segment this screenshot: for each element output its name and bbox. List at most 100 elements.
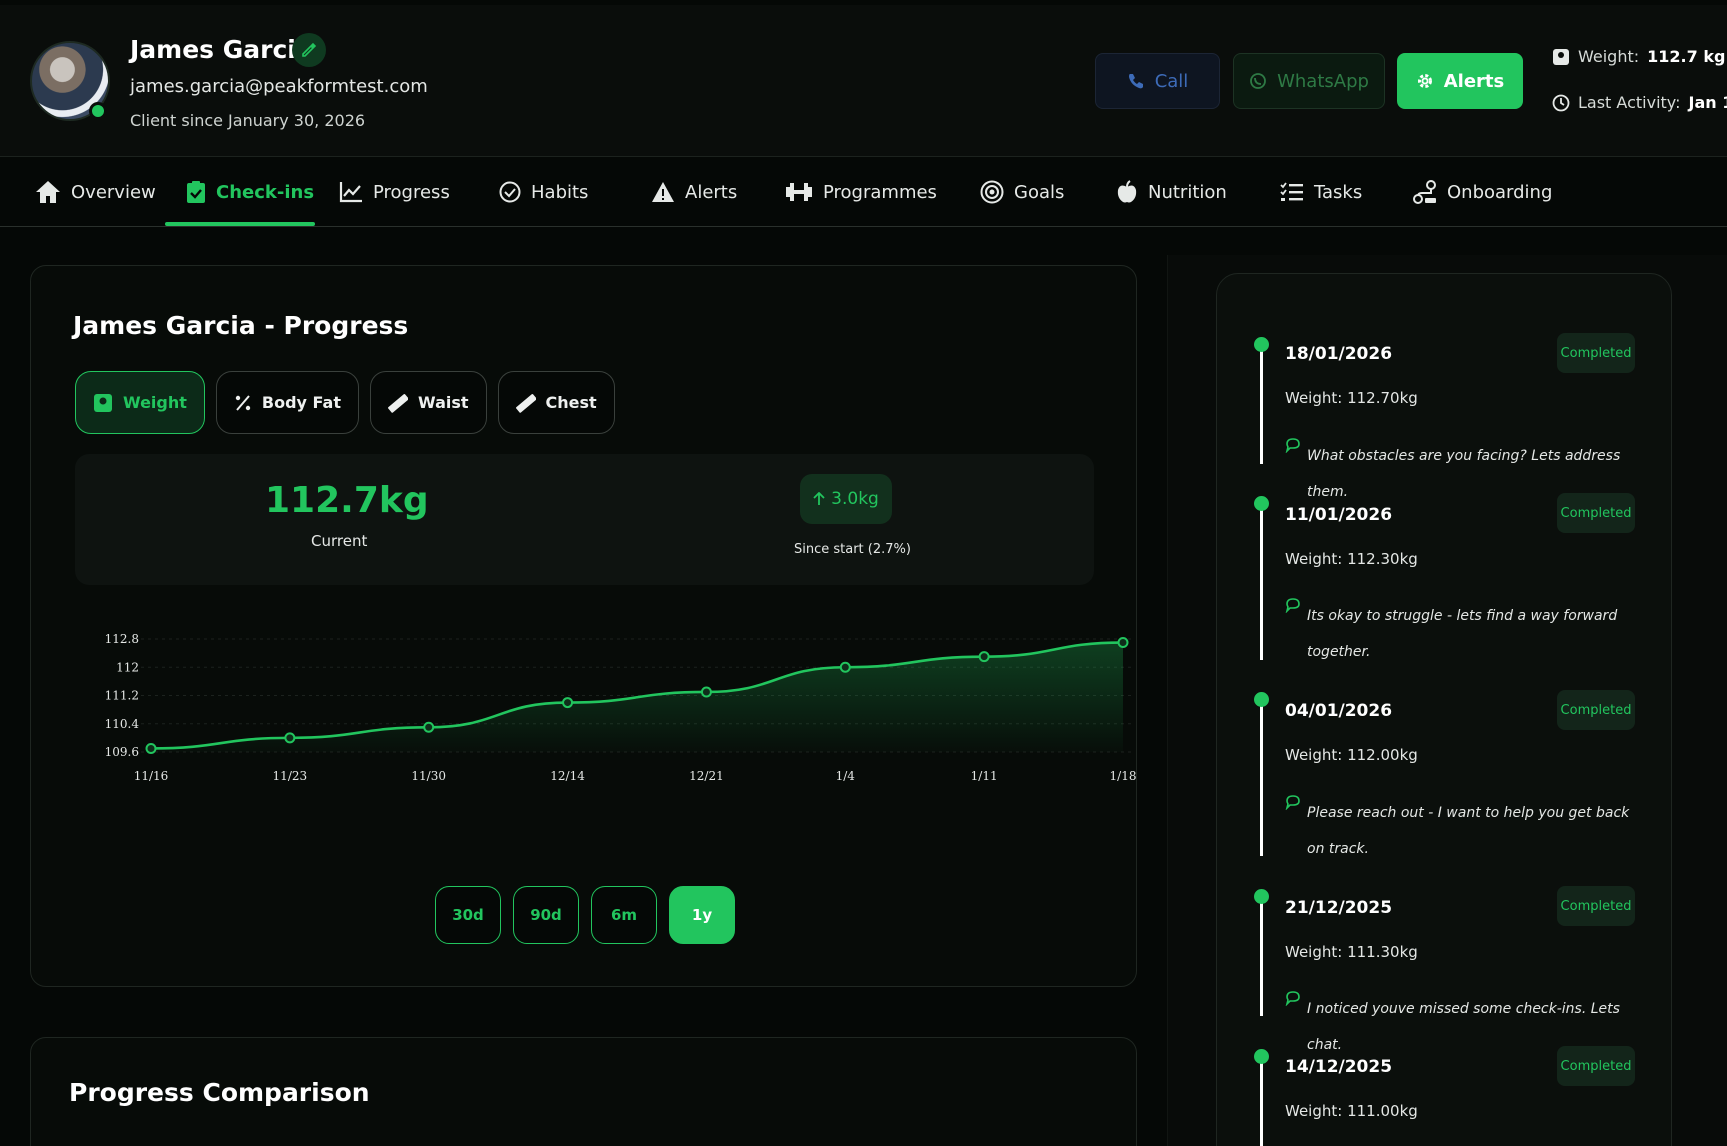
ruler-icon bbox=[388, 393, 408, 413]
tab-nutrition[interactable]: Nutrition bbox=[1116, 157, 1227, 227]
client-since: Client since January 30, 2026 bbox=[130, 111, 366, 130]
data-point[interactable] bbox=[284, 732, 296, 744]
checkin-note: Its okay to struggle - lets find a way f… bbox=[1307, 608, 1618, 660]
timeline-connector bbox=[1260, 891, 1263, 1016]
status-badge: Completed bbox=[1557, 690, 1635, 730]
whatsapp-icon bbox=[1250, 73, 1266, 89]
range-90d-button[interactable]: 90d bbox=[513, 886, 579, 944]
data-point[interactable] bbox=[839, 661, 851, 673]
tab-tasks[interactable]: Tasks bbox=[1280, 157, 1362, 227]
data-point[interactable] bbox=[562, 697, 574, 709]
tab-goals[interactable]: Goals bbox=[980, 157, 1064, 227]
metric-label: Body Fat bbox=[261, 393, 341, 412]
progress-card: James Garcia - Progress Weight Body Fat … bbox=[30, 265, 1137, 987]
checkin-note: Please reach out - I want to help you ge… bbox=[1307, 805, 1630, 857]
tab-habits[interactable]: Habits bbox=[499, 157, 588, 227]
progress-stats: 112.7kg Current 3.0kg Since start (2.7%) bbox=[75, 454, 1094, 585]
percent-icon bbox=[235, 394, 251, 411]
checkin-date: 21/12/2025 bbox=[1285, 898, 1393, 918]
client-email: james.garcia@peakformtest.com bbox=[130, 76, 428, 97]
tab-label: Check-ins bbox=[216, 181, 315, 203]
data-point[interactable] bbox=[423, 721, 435, 733]
weight-change-badge: 3.0kg bbox=[800, 474, 892, 524]
progress-title: James Garcia - Progress bbox=[73, 311, 409, 340]
line-chart-icon bbox=[339, 182, 362, 203]
apple-icon bbox=[1117, 180, 1137, 203]
call-button[interactable]: Call bbox=[1095, 53, 1220, 109]
tab-label: Habits bbox=[531, 181, 589, 203]
checkin-date: 18/01/2026 bbox=[1285, 344, 1393, 364]
metric-body-fat-button[interactable]: Body Fat bbox=[215, 371, 359, 434]
whatsapp-button[interactable]: WhatsApp bbox=[1233, 53, 1385, 109]
data-point[interactable] bbox=[700, 686, 712, 698]
x-tick-label: 11/16 bbox=[134, 769, 169, 783]
tab-bar: Overview Check-ins Progress Habits Alert… bbox=[0, 157, 1727, 227]
tab-label: Alerts bbox=[685, 181, 738, 203]
scale-icon bbox=[94, 393, 112, 412]
metric-waist-button[interactable]: Waist bbox=[369, 371, 487, 434]
data-point[interactable] bbox=[145, 742, 157, 754]
metric-weight-button[interactable]: Weight bbox=[75, 371, 205, 434]
tab-overview[interactable]: Overview bbox=[35, 157, 156, 227]
ruler-icon bbox=[515, 393, 536, 413]
data-point[interactable] bbox=[1117, 637, 1129, 649]
y-tick-label: 110.4 bbox=[105, 717, 140, 731]
client-name: James Garcia bbox=[130, 35, 313, 64]
tab-progress[interactable]: Progress bbox=[339, 157, 450, 227]
timeline-dot bbox=[1254, 889, 1269, 904]
timeline-dot bbox=[1254, 496, 1269, 511]
tab-label: Overview bbox=[71, 181, 156, 203]
scale-icon bbox=[1553, 48, 1569, 65]
check-circle-icon bbox=[499, 181, 521, 203]
data-point[interactable] bbox=[978, 651, 990, 663]
clock-icon bbox=[1552, 94, 1570, 111]
chat-icon bbox=[1285, 795, 1300, 810]
checkin-date: 11/01/2026 bbox=[1285, 505, 1393, 525]
weight-value: 112.7 kg bbox=[1647, 47, 1726, 66]
tab-alerts[interactable]: Alerts bbox=[651, 157, 737, 227]
chat-icon bbox=[1285, 438, 1300, 453]
gear-icon bbox=[1417, 74, 1432, 88]
tab-label: Programmes bbox=[823, 181, 937, 203]
alerts-button-label: Alerts bbox=[1443, 70, 1505, 92]
last-activity-summary: Last Activity: Jan 18 bbox=[1552, 93, 1727, 112]
timeline-connector bbox=[1260, 694, 1263, 856]
call-button-label: Call bbox=[1154, 70, 1189, 92]
timeline-dot bbox=[1254, 692, 1269, 707]
target-icon bbox=[980, 180, 1004, 204]
y-tick-label: 112 bbox=[116, 660, 139, 674]
y-tick-label: 112.8 bbox=[105, 632, 139, 646]
timeline-connector bbox=[1260, 1051, 1263, 1146]
timeline-dot bbox=[1254, 337, 1269, 352]
alerts-button[interactable]: Alerts bbox=[1397, 53, 1523, 109]
metric-label: Weight bbox=[123, 393, 187, 412]
home-icon bbox=[36, 181, 60, 203]
edit-client-button[interactable] bbox=[292, 33, 326, 67]
x-tick-label: 1/4 bbox=[836, 769, 856, 783]
x-tick-label: 1/18 bbox=[1110, 769, 1137, 783]
tab-label: Onboarding bbox=[1447, 181, 1553, 203]
chat-icon bbox=[1285, 598, 1300, 613]
x-tick-label: 11/30 bbox=[411, 769, 446, 783]
x-tick-label: 1/11 bbox=[971, 769, 998, 783]
metric-label: Waist bbox=[417, 393, 469, 412]
tab-programmes[interactable]: Programmes bbox=[785, 157, 937, 227]
checkin-weight: Weight: 112.00kg bbox=[1285, 746, 1418, 764]
last-activity-value: Jan 18 bbox=[1688, 93, 1727, 112]
checkin-weight: Weight: 111.00kg bbox=[1285, 1102, 1418, 1120]
metric-chest-button[interactable]: Chest bbox=[497, 371, 615, 434]
weight-change-value: 3.0kg bbox=[831, 489, 879, 509]
clipboard-check-icon bbox=[187, 181, 205, 203]
since-start-label: Since start (2.7%) bbox=[794, 542, 911, 557]
checkin-timeline: 18/01/2026 Completed Weight: 112.70kg Wh… bbox=[1216, 273, 1672, 1146]
last-activity-label: Last Activity: bbox=[1578, 93, 1681, 112]
tab-check-ins[interactable]: Check-ins bbox=[186, 157, 314, 227]
checkin-weight: Weight: 111.30kg bbox=[1285, 943, 1418, 961]
range-6m-button[interactable]: 6m bbox=[591, 886, 657, 944]
weight-label: Weight: bbox=[1578, 47, 1640, 66]
tab-label: Tasks bbox=[1314, 181, 1363, 203]
range-1y-button[interactable]: 1y bbox=[669, 886, 735, 944]
range-30d-button[interactable]: 30d bbox=[435, 886, 501, 944]
tab-onboarding[interactable]: Onboarding bbox=[1413, 157, 1552, 227]
x-tick-label: 12/14 bbox=[550, 769, 585, 783]
